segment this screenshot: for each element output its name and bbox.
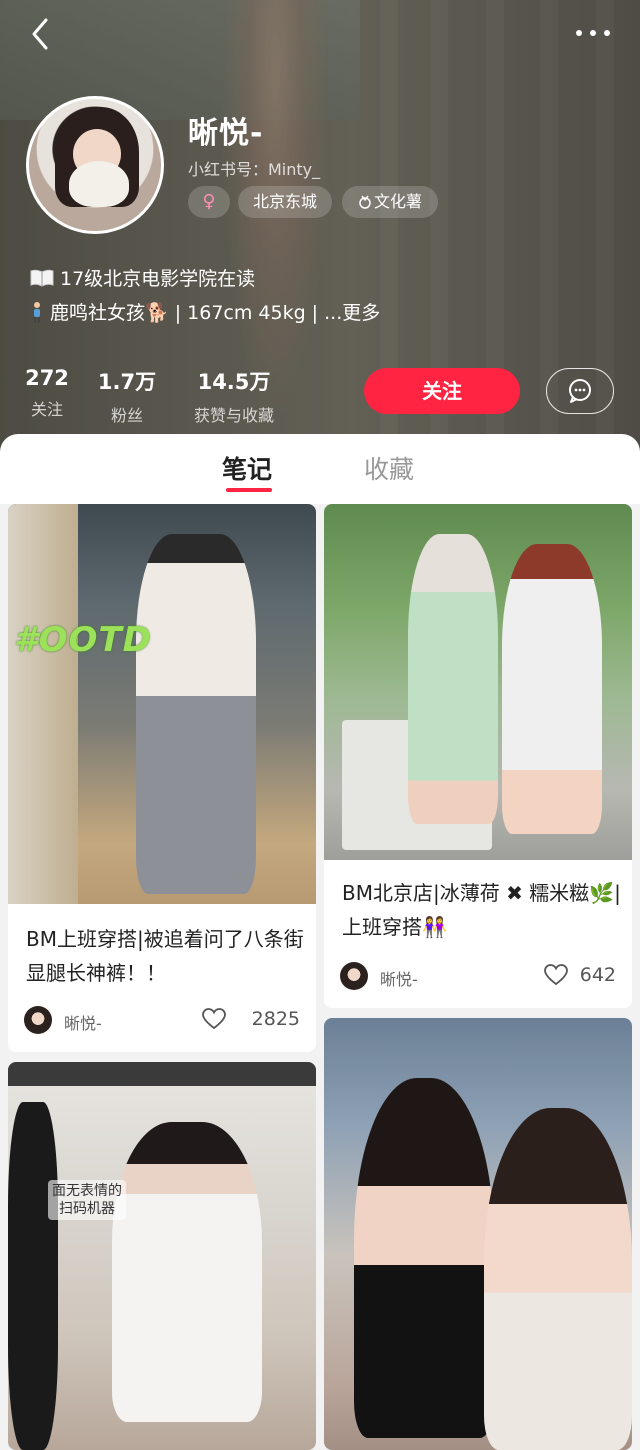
- stat-label: 关注: [30, 400, 63, 419]
- bio-line-2[interactable]: 鹿鸣社女孩🐕 | 167cm 45kg | ...更多: [30, 298, 380, 325]
- person-figure-left: [354, 1078, 494, 1438]
- stat-following[interactable]: 272 关注: [24, 366, 70, 420]
- back-button[interactable]: [24, 14, 64, 54]
- tab-notes[interactable]: 笔记: [222, 450, 272, 486]
- active-tab-indicator: [226, 488, 272, 492]
- stat-value: 272: [25, 366, 69, 390]
- tab-collections[interactable]: 收藏: [364, 450, 414, 486]
- medal-icon: [358, 186, 372, 218]
- note-card[interactable]: BM北京店|冰薄荷 ✖ 糯米糍🌿|上班穿搭👭 晰悦- 642: [324, 504, 632, 1008]
- work-tag[interactable]: 文化薯: [342, 186, 438, 218]
- more-button[interactable]: [574, 16, 614, 50]
- avatar[interactable]: [26, 96, 164, 234]
- work-tag-label: 文化薯: [373, 192, 422, 211]
- follow-button[interactable]: 关注: [364, 368, 520, 414]
- note-card[interactable]: 面无表情的 扫码机器: [8, 1062, 316, 1450]
- profile-name: 晰悦-: [188, 116, 264, 151]
- note-cover-image[interactable]: #OOTD: [8, 504, 316, 904]
- gender-tag: ♀: [188, 186, 230, 218]
- person-figure: [136, 534, 256, 894]
- stat-value: 1.7万: [97, 370, 157, 394]
- back-arrow-icon: [32, 18, 48, 50]
- stat-likes-collects[interactable]: 14.5万 获赞与收藏: [184, 366, 284, 426]
- like-count: 2825: [251, 1008, 300, 1030]
- note-cover-image[interactable]: [324, 1018, 632, 1450]
- profile-red-id: 小红书号：Minty_: [188, 160, 321, 179]
- note-title: BM北京店|冰薄荷 ✖ 糯米糍🌿|上班穿搭👭: [342, 881, 621, 939]
- like-button[interactable]: 2825: [190, 1004, 300, 1036]
- chat-bubble-icon: [569, 379, 591, 403]
- bio-line-1: 17级北京电影学院在读: [30, 264, 255, 291]
- note-card[interactable]: [324, 1018, 632, 1450]
- message-button[interactable]: [546, 368, 614, 414]
- bio-line-1-text: 17级北京电影学院在读: [60, 268, 256, 290]
- like-button[interactable]: 642: [536, 960, 616, 992]
- bio-line-2-text: 鹿鸣社女孩🐕 | 167cm 45kg | ...更多: [50, 302, 381, 324]
- heart-icon: [544, 964, 568, 986]
- stat-value: 14.5万: [197, 370, 271, 394]
- person-icon: [30, 301, 44, 324]
- note-card[interactable]: #OOTD BM上班穿搭|被追着问了八条街 显腿长神裤！！ 晰悦- 2825: [8, 504, 316, 1052]
- door-frame: [8, 504, 78, 904]
- caption-sticker: 面无表情的 扫码机器: [48, 1180, 126, 1220]
- profile-header: 晰悦- 小红书号：Minty_ ♀ 北京东城 文化薯 17级北京电影学院在读 鹿…: [0, 0, 640, 460]
- note-cover-image[interactable]: 面无表情的 扫码机器: [8, 1062, 316, 1450]
- author-avatar: [340, 962, 368, 990]
- ceiling-strip: [8, 1062, 316, 1086]
- stat-followers[interactable]: 1.7万 粉丝: [96, 366, 158, 426]
- author-name: 晰悦-: [64, 1014, 102, 1033]
- heart-icon: [202, 1008, 226, 1030]
- like-count: 642: [579, 964, 616, 986]
- ootd-overlay: #OOTD: [14, 620, 152, 660]
- person-figure-right: [502, 544, 602, 834]
- author-name: 晰悦-: [380, 970, 418, 989]
- location-tag: 北京东城: [238, 186, 332, 218]
- stat-label: 粉丝: [110, 406, 143, 425]
- person-figure-edge: [8, 1102, 58, 1450]
- note-title: BM上班穿搭|被追着问了八条街 显腿长神裤！！: [26, 927, 304, 985]
- author-avatar: [24, 1006, 52, 1034]
- person-figure-left: [408, 534, 498, 824]
- profile-tabs: 笔记 收藏: [0, 434, 640, 504]
- note-cover-image[interactable]: [324, 504, 632, 860]
- stat-label: 获赞与收藏: [193, 406, 274, 425]
- person-figure: [112, 1122, 262, 1422]
- book-icon: [30, 268, 54, 290]
- person-figure-right: [484, 1108, 632, 1450]
